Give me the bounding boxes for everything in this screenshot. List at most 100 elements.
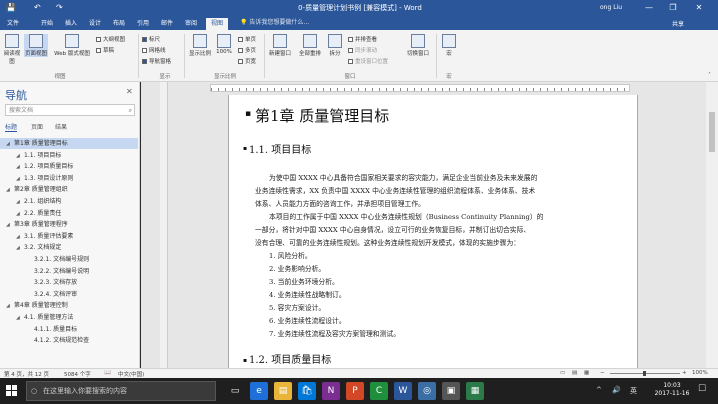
taskbar-clock[interactable]: 10:03 2017-11-16: [652, 382, 692, 398]
zoom-button[interactable]: 显示比例: [188, 34, 212, 57]
tab-design[interactable]: 设计: [86, 18, 104, 30]
minimize-button[interactable]: —: [640, 2, 658, 14]
nav-heading-item[interactable]: ◢ 2.1. 组织结构: [0, 196, 138, 207]
ime-icon[interactable]: 英: [630, 386, 637, 396]
nav-heading-item[interactable]: ◢ 1.2. 项目质量目标: [0, 161, 138, 172]
draft-view-button[interactable]: 草稿: [96, 46, 114, 54]
tab-layout[interactable]: 布局: [110, 18, 128, 30]
green-app-icon[interactable]: C: [370, 382, 388, 400]
zoom-slider-thumb[interactable]: [643, 371, 646, 376]
document-page[interactable]: ▪ 第1章 质量管理目标 ▪ 1.1. 项目目标 为使中国 XXXX 中心具备符…: [228, 95, 638, 368]
collapse-triangle-icon[interactable]: ◢: [6, 185, 14, 195]
nav-heading-item[interactable]: 4.1.1. 质量目标: [0, 324, 138, 335]
nav-tab-pages[interactable]: 页面: [31, 122, 43, 131]
collapse-triangle-icon[interactable]: ◢: [16, 174, 24, 184]
macros-button[interactable]: 宏: [440, 34, 458, 57]
taskbar-search-input[interactable]: ○ 在这里输入你要搜索的内容: [26, 381, 216, 401]
word-icon[interactable]: W: [394, 382, 412, 400]
tray-chevron-icon[interactable]: ^: [596, 386, 602, 394]
collapse-triangle-icon[interactable]: ◢: [16, 162, 24, 172]
word-count[interactable]: 5084 个字: [64, 370, 91, 378]
language[interactable]: 中文(中国): [118, 370, 144, 378]
collapse-triangle-icon[interactable]: ◢: [6, 139, 14, 149]
tell-me-input[interactable]: 💡 告诉我您想要做什么...: [240, 18, 360, 28]
outline-view-button[interactable]: 大纲视图: [96, 35, 125, 43]
collapse-triangle-icon[interactable]: ◢: [16, 151, 24, 161]
tab-references[interactable]: 引用: [134, 18, 152, 30]
collapse-ribbon-icon[interactable]: ˄: [708, 72, 711, 79]
notification-icon[interactable]: ☐: [698, 384, 706, 394]
nav-heading-item[interactable]: ◢ 第1章 质量管理目标: [0, 138, 138, 149]
task-view-icon[interactable]: ▭: [226, 382, 244, 400]
reset-position-button[interactable]: 重设窗口位置: [348, 57, 388, 65]
page-count[interactable]: 第 4 页，共 12 页: [4, 370, 49, 378]
nav-heading-item[interactable]: ◢ 第2章 质量管理组织: [0, 184, 138, 195]
nav-heading-item[interactable]: ◢ 1.1. 项目目标: [0, 150, 138, 161]
powerpoint-icon[interactable]: P: [346, 382, 364, 400]
onenote-icon[interactable]: N: [322, 382, 340, 400]
page-width-button[interactable]: 页宽: [238, 57, 256, 65]
collapse-triangle-icon[interactable]: ◢: [16, 232, 24, 242]
nav-heading-item[interactable]: 3.2.2. 文档编号说明: [0, 266, 138, 277]
nav-heading-item[interactable]: 3.2.4. 文档评审: [0, 289, 138, 300]
nav-pane-checkbox[interactable]: 导航窗格: [142, 57, 171, 65]
app11-icon[interactable]: ▦: [466, 382, 484, 400]
volume-icon[interactable]: 🔊: [612, 386, 621, 394]
redo-icon[interactable]: ↷: [56, 3, 63, 12]
maximize-button[interactable]: ❐: [664, 2, 682, 14]
close-icon[interactable]: ✕: [126, 87, 133, 96]
zoom-100-button[interactable]: 100%: [214, 34, 234, 55]
edge-icon[interactable]: e: [250, 382, 268, 400]
web-layout-icon[interactable]: ▦: [584, 370, 589, 376]
windows-start-icon[interactable]: [6, 385, 18, 397]
tab-home[interactable]: 开始: [38, 18, 56, 30]
nav-heading-item[interactable]: ◢ 3.2. 文档规定: [0, 242, 138, 253]
tab-mailings[interactable]: 邮件: [158, 18, 176, 30]
collapse-triangle-icon[interactable]: ◢: [16, 209, 24, 219]
scrollbar-thumb[interactable]: [709, 112, 715, 152]
nav-heading-item[interactable]: 3.2.1. 文档编号规则: [0, 254, 138, 265]
zoom-in-icon[interactable]: +: [682, 370, 687, 376]
multi-page-button[interactable]: 多页: [238, 46, 256, 54]
nav-heading-item[interactable]: ◢ 第3章 质量管理程序: [0, 219, 138, 230]
store-icon[interactable]: 🛍: [298, 382, 316, 400]
ruler-checkbox[interactable]: 标尺: [142, 35, 160, 43]
share-button[interactable]: 共享: [672, 19, 684, 28]
explorer-icon[interactable]: ▤: [274, 382, 292, 400]
collapse-triangle-icon[interactable]: ◢: [16, 313, 24, 323]
one-page-button[interactable]: 单页: [238, 35, 256, 43]
proofing-icon[interactable]: 📖: [104, 370, 111, 376]
search-icon[interactable]: ⌕: [129, 105, 132, 116]
nav-heading-item[interactable]: ◢ 第4章 质量管理控制: [0, 300, 138, 311]
tab-file[interactable]: 文件: [4, 18, 22, 30]
tab-insert[interactable]: 插入: [62, 18, 80, 30]
zoom-level[interactable]: 100%: [692, 370, 708, 376]
arrange-all-button[interactable]: 全部重排: [296, 34, 324, 57]
save-icon[interactable]: 💾: [6, 3, 16, 12]
tab-review[interactable]: 审阅: [182, 18, 200, 30]
app9-icon[interactable]: ◎: [418, 382, 436, 400]
collapse-triangle-icon[interactable]: ◢: [16, 243, 24, 253]
switch-windows-button[interactable]: 切换窗口: [404, 34, 432, 57]
zoom-out-icon[interactable]: −: [600, 370, 605, 376]
nav-heading-item[interactable]: ◢ 4.1. 质量管理方法: [0, 312, 138, 323]
read-mode-button[interactable]: 阅读视图: [2, 34, 22, 65]
vertical-scrollbar[interactable]: [706, 82, 718, 368]
nav-heading-item[interactable]: ◢ 3.1. 质量评估要素: [0, 231, 138, 242]
print-layout-button[interactable]: 页面视图: [24, 34, 48, 57]
web-layout-button[interactable]: Web 版式视图: [50, 34, 94, 57]
print-layout-icon[interactable]: ▤: [572, 370, 577, 376]
nav-tab-results[interactable]: 结果: [55, 122, 67, 131]
nav-search-input[interactable]: 搜索文档 ⌕: [5, 104, 135, 116]
undo-icon[interactable]: ↶: [34, 3, 41, 12]
nav-tab-headings[interactable]: 标题: [5, 122, 18, 132]
collapse-triangle-icon[interactable]: ◢: [16, 197, 24, 207]
user-name[interactable]: ong Liu: [600, 4, 622, 11]
sync-scroll-button[interactable]: 同步滚动: [348, 46, 377, 54]
nav-heading-item[interactable]: ◢ 2.2. 质量责任: [0, 208, 138, 219]
close-button[interactable]: ✕: [690, 2, 708, 14]
side-by-side-button[interactable]: 并排查看: [348, 35, 377, 43]
nav-heading-item[interactable]: ◢ 1.3. 项目设计原则: [0, 173, 138, 184]
split-button[interactable]: 拆分: [326, 34, 344, 57]
collapse-triangle-icon[interactable]: ◢: [6, 301, 14, 311]
